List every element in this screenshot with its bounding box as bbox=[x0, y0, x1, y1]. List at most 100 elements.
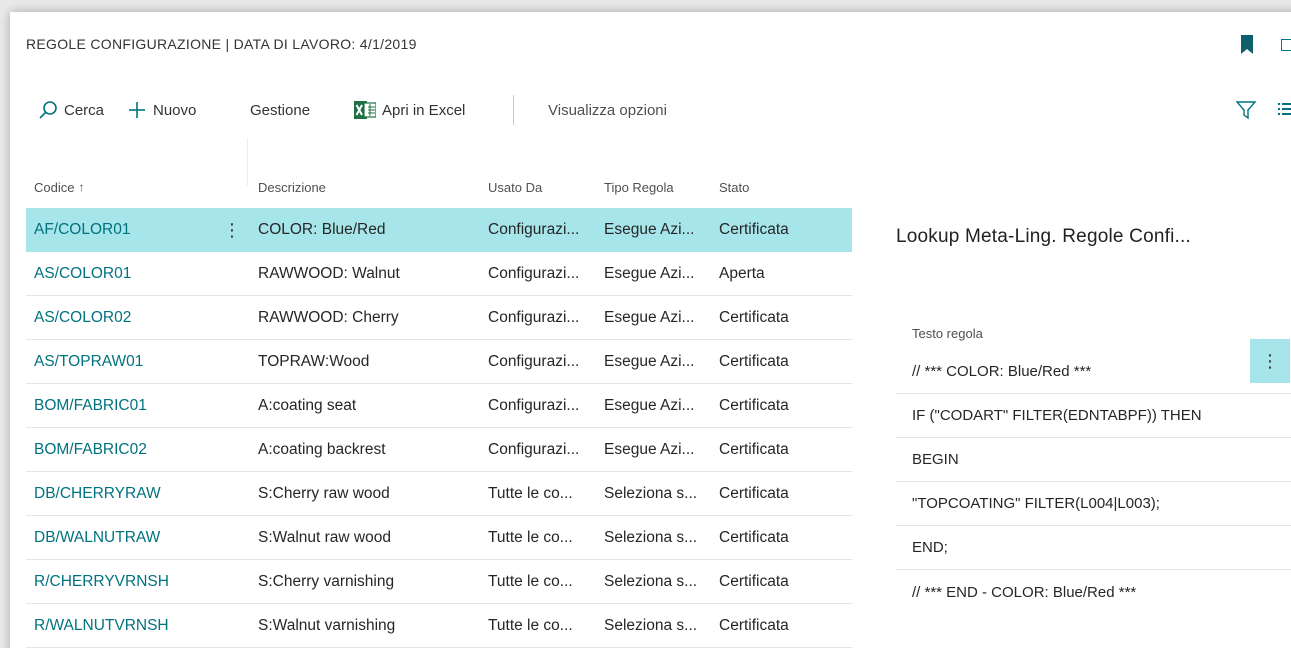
factbox-column-header: Testo regola bbox=[912, 326, 983, 341]
table-row[interactable]: R/CHERRYVRNSH S:Cherry varnishing Tutte … bbox=[26, 560, 852, 604]
code-cell[interactable]: AS/COLOR01 bbox=[34, 252, 131, 296]
bookmark-icon[interactable] bbox=[1241, 35, 1253, 54]
page-title: REGOLE CONFIGURAZIONE | DATA DI LAVORO: … bbox=[26, 36, 417, 52]
rule-type-cell: Seleziona s... bbox=[604, 573, 698, 590]
factbox-row-actions-icon[interactable]: ⋮ bbox=[1250, 339, 1290, 383]
description-cell: RAWWOOD: Cherry bbox=[258, 309, 399, 326]
new-button[interactable]: Nuovo bbox=[127, 92, 196, 128]
rule-text-line[interactable]: END; bbox=[896, 526, 1291, 570]
rule-type-cell: Esegue Azi... bbox=[604, 441, 695, 458]
expand-icon[interactable] bbox=[1281, 39, 1291, 51]
table-row[interactable]: DB/CHERRYRAW S:Cherry raw wood Tutte le … bbox=[26, 472, 852, 516]
used-by-cell: Configurazi... bbox=[488, 221, 580, 238]
rule-text-line[interactable]: // *** END - COLOR: Blue/Red *** bbox=[896, 570, 1291, 614]
page-header: REGOLE CONFIGURAZIONE | DATA DI LAVORO: … bbox=[10, 12, 1291, 82]
rule-text-line[interactable]: "TOPCOATING" FILTER(L004|L003); bbox=[896, 482, 1291, 526]
table-row[interactable]: R/WALNUTVRNSH S:Walnut varnishing Tutte … bbox=[26, 604, 852, 648]
code-cell[interactable]: BOM/FABRIC01 bbox=[34, 384, 147, 428]
search-icon bbox=[38, 100, 58, 120]
used-by-cell: Configurazi... bbox=[488, 265, 580, 282]
rule-text-line[interactable]: IF ("CODART" FILTER(EDNTABPF)) THEN bbox=[896, 394, 1291, 438]
rule-type-cell: Esegue Azi... bbox=[604, 265, 695, 282]
new-label: Nuovo bbox=[153, 101, 197, 119]
description-cell: A:coating backrest bbox=[258, 441, 386, 458]
rule-type-cell: Esegue Azi... bbox=[604, 397, 695, 414]
code-cell[interactable]: R/WALNUTVRNSH bbox=[34, 604, 169, 648]
filter-icon[interactable] bbox=[1236, 100, 1256, 120]
status-cell: Certificata bbox=[719, 573, 789, 590]
sort-ascending-icon: ↑ bbox=[78, 180, 85, 194]
status-cell: Certificata bbox=[719, 617, 789, 634]
column-header-description[interactable]: Descrizione bbox=[258, 170, 326, 204]
status-cell: Certificata bbox=[719, 485, 789, 502]
table-row[interactable]: DB/WALNUTRAW S:Walnut raw wood Tutte le … bbox=[26, 516, 852, 560]
status-cell: Certificata bbox=[719, 353, 789, 370]
action-divider bbox=[513, 95, 514, 125]
code-cell[interactable]: AF/COLOR01 bbox=[34, 208, 130, 252]
description-cell: S:Cherry raw wood bbox=[258, 485, 390, 502]
rule-type-cell: Esegue Azi... bbox=[604, 353, 695, 370]
manage-label: Gestione bbox=[250, 101, 311, 119]
table-row[interactable]: AS/COLOR01 RAWWOOD: Walnut Configurazi..… bbox=[26, 252, 852, 296]
page-window: REGOLE CONFIGURAZIONE | DATA DI LAVORO: … bbox=[10, 12, 1291, 648]
column-divider bbox=[247, 138, 248, 186]
rule-type-cell: Seleziona s... bbox=[604, 485, 698, 502]
excel-icon bbox=[354, 101, 376, 119]
used-by-cell: Tutte le co... bbox=[488, 485, 573, 502]
column-header-rule-type[interactable]: Tipo Regola bbox=[604, 170, 674, 204]
search-label: Cerca bbox=[64, 101, 105, 119]
used-by-cell: Configurazi... bbox=[488, 353, 580, 370]
status-cell: Certificata bbox=[719, 397, 789, 414]
rule-type-cell: Seleziona s... bbox=[604, 529, 698, 546]
rule-text-line[interactable]: BEGIN bbox=[896, 438, 1291, 482]
status-cell: Aperta bbox=[719, 265, 765, 282]
used-by-cell: Configurazi... bbox=[488, 441, 580, 458]
code-cell[interactable]: BOM/FABRIC02 bbox=[34, 428, 147, 472]
used-by-cell: Tutte le co... bbox=[488, 617, 573, 634]
description-cell: S:Walnut raw wood bbox=[258, 529, 391, 546]
used-by-cell: Configurazi... bbox=[488, 397, 580, 414]
rule-type-cell: Esegue Azi... bbox=[604, 309, 695, 326]
column-header-used-by[interactable]: Usato Da bbox=[488, 170, 542, 204]
plus-icon bbox=[127, 100, 147, 120]
search-button[interactable]: Cerca bbox=[38, 92, 104, 128]
list-view-icon[interactable] bbox=[1278, 102, 1291, 116]
description-cell: S:Cherry varnishing bbox=[258, 573, 395, 590]
open-in-excel-label: Apri in Excel bbox=[382, 101, 466, 119]
factbox-title[interactable]: Lookup Meta-Ling. Regole Confi... bbox=[896, 226, 1291, 248]
show-options-label: Visualizza opzioni bbox=[548, 101, 667, 119]
column-header-code-label: Codice bbox=[34, 179, 75, 195]
used-by-cell: Tutte le co... bbox=[488, 573, 573, 590]
description-cell: COLOR: Blue/Red bbox=[258, 221, 386, 238]
description-cell: S:Walnut varnishing bbox=[258, 617, 396, 634]
open-in-excel-button[interactable]: Apri in Excel bbox=[354, 92, 465, 128]
table-row[interactable]: AF/COLOR01 ⋮ COLOR: Blue/Red Configurazi… bbox=[26, 208, 852, 252]
code-cell[interactable]: AS/COLOR02 bbox=[34, 296, 131, 340]
code-cell[interactable]: DB/CHERRYRAW bbox=[34, 472, 161, 516]
description-cell: TOPRAW:Wood bbox=[258, 353, 370, 370]
used-by-cell: Configurazi... bbox=[488, 309, 580, 326]
manage-button[interactable]: Gestione bbox=[250, 92, 310, 128]
rule-type-cell: Seleziona s... bbox=[604, 617, 698, 634]
show-options-button[interactable]: Visualizza opzioni bbox=[548, 92, 667, 128]
action-bar: Cerca Nuovo Gestione Apri in Excel Visua… bbox=[10, 92, 1291, 128]
table-row[interactable]: AS/TOPRAW01 TOPRAW:Wood Configurazi... E… bbox=[26, 340, 852, 384]
column-header-status[interactable]: Stato bbox=[719, 170, 749, 204]
table-row[interactable]: BOM/FABRIC02 A:coating backrest Configur… bbox=[26, 428, 852, 472]
status-cell: Certificata bbox=[719, 529, 789, 546]
code-cell[interactable]: R/CHERRYVRNSH bbox=[34, 560, 169, 604]
status-cell: Certificata bbox=[719, 309, 789, 326]
status-cell: Certificata bbox=[719, 221, 789, 238]
description-cell: A:coating seat bbox=[258, 397, 357, 414]
column-header-code[interactable]: Codice ↑ bbox=[34, 170, 84, 204]
table-row[interactable]: BOM/FABRIC01 A:coating seat Configurazi.… bbox=[26, 384, 852, 428]
code-cell[interactable]: AS/TOPRAW01 bbox=[34, 340, 143, 384]
factbox-rule-text: Lookup Meta-Ling. Regole Confi... Testo … bbox=[896, 226, 1291, 601]
rule-text-line[interactable]: // *** COLOR: Blue/Red *** bbox=[896, 350, 1291, 394]
row-actions-icon[interactable]: ⋮ bbox=[222, 208, 242, 252]
code-cell[interactable]: DB/WALNUTRAW bbox=[34, 516, 160, 560]
table-row[interactable]: AS/COLOR02 RAWWOOD: Cherry Configurazi..… bbox=[26, 296, 852, 340]
status-cell: Certificata bbox=[719, 441, 789, 458]
used-by-cell: Tutte le co... bbox=[488, 529, 573, 546]
description-cell: RAWWOOD: Walnut bbox=[258, 265, 400, 282]
